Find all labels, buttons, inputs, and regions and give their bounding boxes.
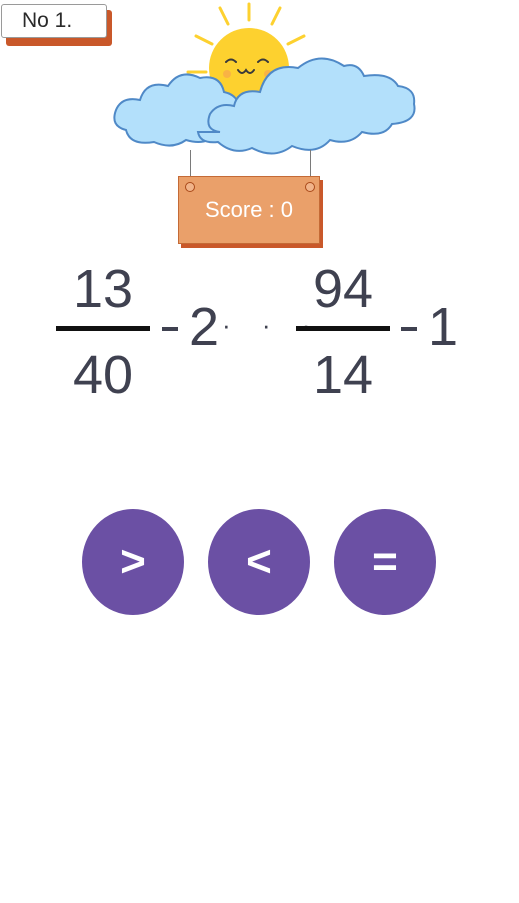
sign-nail-left-icon [185, 182, 195, 192]
less-than-button[interactable]: < [208, 509, 310, 615]
question-number-badge: No 1. [1, 4, 107, 38]
right-whole-number: 1 [428, 297, 459, 357]
left-fraction-bar [56, 326, 150, 331]
right-minus-sign [401, 327, 417, 331]
left-whole-number: 2 [189, 297, 220, 357]
score-label: Score : 0 [204, 197, 294, 222]
score-sign: Score : 0 [178, 176, 320, 244]
sign-nail-right-icon [305, 182, 315, 192]
right-denominator: 14 [312, 345, 374, 405]
greater-than-button[interactable]: > [82, 509, 184, 615]
left-minus-sign [162, 327, 178, 331]
question-number-label: No 1. [22, 9, 73, 32]
equal-button[interactable]: = [334, 509, 436, 615]
left-denominator: 40 [72, 345, 134, 405]
less-than-label: < [246, 537, 272, 586]
right-fraction-bar [296, 326, 390, 331]
sun-cloud-illustration [113, 2, 416, 155]
left-numerator: 13 [72, 259, 134, 319]
equal-label: = [372, 537, 398, 586]
right-numerator: 94 [312, 259, 374, 319]
greater-than-label: > [120, 537, 146, 586]
